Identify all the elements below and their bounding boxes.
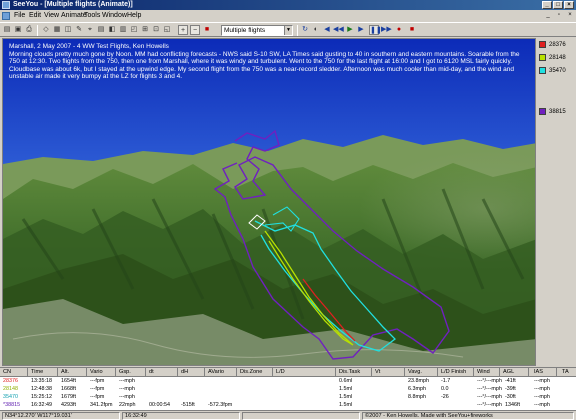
color-swatch [539,67,546,74]
app-icon [2,1,10,9]
col-vario[interactable]: Vario [90,369,103,376]
tool-icon-2[interactable]: ▦ [52,25,62,35]
tool-icon-11[interactable]: ⊡ [151,25,161,35]
toolbar-separator-2 [297,25,298,36]
flight-notes: Morning clouds pretty much gone by Noon.… [9,50,520,81]
save-icon[interactable]: ▣ [13,25,23,35]
menu-bar: File Edit View Animate Tools Window Help… [0,10,576,22]
tool-icon-8[interactable]: ▥ [118,25,128,35]
cell-cn: 35470 [3,394,18,400]
status-empty [242,412,360,420]
tool-icon-3[interactable]: ◫ [63,25,73,35]
flight-data-table: CN Time Alt. Vario Gsp. dt dH AVario Dis… [0,367,576,410]
flight-heading: Marshall, 2 May 2007 - 4 WW Test Flights… [9,43,169,50]
color-swatch [539,108,546,115]
col-dis-zone[interactable]: Dis.Zone [240,369,262,376]
flight-select[interactable]: Multiple flights ▼ [221,25,293,36]
play-fast-icon[interactable]: ▶ [356,25,366,35]
color-swatch [539,41,546,48]
record-icon[interactable]: ● [394,25,404,35]
mdi-close-button[interactable]: × [565,12,575,20]
col-vavg[interactable]: Vavg. [408,369,422,376]
menu-window[interactable]: Window [102,12,127,20]
col-vt[interactable]: Vt [375,369,380,376]
menu-edit[interactable]: Edit [29,12,41,20]
cell-cn: 28148 [3,386,18,392]
tool-icon-6[interactable]: ▤ [96,25,106,35]
stop-icon[interactable]: ■ [407,25,417,35]
legend-item-35470[interactable]: 35470 [539,66,575,76]
col-dt[interactable]: dt [149,369,154,376]
col-alt[interactable]: Alt. [61,369,69,376]
legend-item-28376[interactable]: 28376 [539,40,575,50]
toolbar: ▤ ▣ ⎙ ◇ ▦ ◫ ✎ ⌖ ▤ ◧ ▥ ◰ ⊞ ⊡ ◱ + − ■ Mult… [0,22,576,37]
tool-icon-5[interactable]: ⌖ [85,25,95,35]
col-ld-finish[interactable]: L/D Finish [441,369,466,376]
col-dis-task[interactable]: Dis.Task [339,369,360,376]
tool-icon-12[interactable]: ◱ [162,25,172,35]
tool-icon-10[interactable]: ⊞ [140,25,150,35]
tool-icon-4[interactable]: ✎ [74,25,84,35]
legend-item-38815[interactable]: 38815 [539,107,575,117]
close-button[interactable]: × [564,1,574,9]
minimize-button[interactable]: _ [542,1,552,9]
terrain-scene [3,39,535,365]
fast-forward-icon[interactable]: ▶▶ [381,25,392,35]
open-icon[interactable]: ▤ [2,25,12,35]
legend-item-28148[interactable]: 28148 [539,53,575,63]
document-icon[interactable] [2,12,10,20]
pause-button[interactable]: ❚❚ [369,25,382,35]
menu-file[interactable]: File [14,12,25,20]
col-time[interactable]: Time [31,369,43,376]
maximize-button[interactable]: □ [553,1,563,9]
rotate-icon[interactable]: ↻ [300,25,310,35]
zoom-in-button[interactable]: + [178,25,188,35]
status-bar: N34°12.270' W117°19.031' 16:32:49 ©2007 … [0,410,576,420]
tool-icon-9[interactable]: ◰ [129,25,139,35]
status-time: 16:32:49 [122,412,240,420]
stop-red-icon[interactable]: ■ [202,25,212,35]
color-swatch [539,54,546,61]
play-icon[interactable]: ▶ [345,25,355,35]
step-back-icon[interactable]: ◀ [322,25,332,35]
col-ld[interactable]: L/D [276,369,285,376]
chevron-down-icon[interactable]: ▼ [284,26,292,35]
col-ias[interactable]: IAS [534,369,543,376]
3d-flight-view[interactable]: Marshall, 2 May 2007 - 4 WW Test Flights… [2,38,536,366]
menu-help[interactable]: Help [127,12,141,20]
col-avario[interactable]: AVario [208,369,224,376]
cell-cn: 28376 [3,378,18,384]
col-gsp[interactable]: Gsp. [119,369,131,376]
tool-icon-7[interactable]: ◧ [107,25,117,35]
cell-cn: *38815 [3,402,21,408]
flight-description: Marshall, 2 May 2007 - 4 WW Test Flights… [9,43,529,81]
status-coordinates: N34°12.270' W117°19.031' [2,412,120,420]
col-cn[interactable]: CN [3,369,11,376]
mdi-restore-button[interactable]: ▫ [554,12,564,20]
col-wind[interactable]: Wind [477,369,490,376]
zoom-out-button[interactable]: − [190,25,200,35]
menu-tools[interactable]: Tools [84,12,100,20]
table-header: CN Time Alt. Vario Gsp. dt dH AVario Dis… [0,368,576,377]
flight-select-value: Multiple flights [224,27,266,34]
tool-icon-1[interactable]: ◇ [41,25,51,35]
flight-legend: 28376 28148 35470 38815 [537,38,576,366]
status-copyright: ©2007 - Ken Howells. Made with SeeYou+fi… [362,412,574,420]
col-agl[interactable]: AGL [503,369,514,376]
tool-icon-13[interactable]: ◐ [311,25,321,35]
rewind-icon[interactable]: ◀◀ [333,25,344,35]
mdi-minimize-button[interactable]: _ [543,12,553,20]
col-ta[interactable]: TA [562,369,569,376]
menu-view[interactable]: View [44,12,59,20]
toolbar-separator [37,25,38,36]
window-title: SeeYou - [Multiple flights (Animate)] [13,1,133,8]
title-bar: SeeYou - [Multiple flights (Animate)] _ … [0,0,576,10]
print-icon[interactable]: ⎙ [24,25,34,35]
col-dh[interactable]: dH [181,369,188,376]
menu-animate[interactable]: Animate [61,12,87,20]
